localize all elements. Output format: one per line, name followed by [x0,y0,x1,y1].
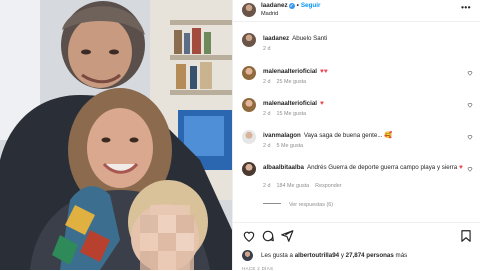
comment-time[interactable]: 2 d [263,183,271,189]
bookmark-icon[interactable] [459,229,473,243]
like-comment-heart-icon[interactable] [467,102,473,108]
comment-likes[interactable]: 15 Me gusta [277,111,307,117]
comment-icon[interactable] [261,229,275,243]
comment-text-line: malenaalterioficial ♥♥ [263,68,463,76]
likes-prefix: Les gusta a [261,252,293,259]
comment-meta: 2 d 15 Me gusta [263,111,312,117]
comment-time[interactable]: 2 d [263,79,271,85]
heart-icon[interactable] [242,229,256,243]
likes-suffix: más [395,252,408,259]
comment-time[interactable]: 2 d [263,111,271,117]
view-replies-label: Ver respuestas (6) [289,202,334,208]
avatar[interactable] [242,130,256,144]
comment-username[interactable]: malenaalterioficial [263,100,317,107]
caption-username[interactable]: laadanez [263,35,289,42]
post-photo-image [0,0,232,270]
separator-dot: • [296,2,299,9]
comment-text: Andrés Guerra de deporte guerra campo pl… [306,164,458,171]
avatar[interactable] [242,33,256,47]
avatar[interactable] [242,162,256,176]
header-username[interactable]: laadanez [261,2,288,9]
comment-meta: 2 d 25 Me gusta [263,79,312,85]
likes-user[interactable]: albertoutrilla94 [295,252,339,259]
comment-text-line: albaalbitaalba Andrés Guerra de deporte g… [263,164,463,172]
comment-meta: 2 d 184 Me gusta Responder [263,183,348,189]
location-link[interactable]: Madrid [261,11,278,17]
comment-text-line: malenaalterioficial ♥ [263,100,463,108]
smiling-face-hearts-emoji: 🥰 [384,132,393,139]
like-comment-heart-icon[interactable] [467,134,473,140]
red-heart-emoji: ♥ [458,164,463,171]
post-sidebar: laadanez ✓ • Seguir Madrid ••• laadanez Abue… [232,0,480,271]
comment-username[interactable]: albaalbitaalba [263,164,304,171]
view-replies-button[interactable]: Ver respuestas (6) [263,202,333,208]
replies-divider [263,203,281,204]
comment-likes[interactable]: 5 Me gusta [277,143,304,149]
likes-count[interactable]: 27,874 personas [346,252,394,259]
red-hearts-emoji: ♥♥ [320,68,328,75]
caption-text: Abuelo Santi [292,35,328,42]
likes-summary[interactable]: Les gusta a albertoutrilla94 y 27,874 pe… [242,250,408,261]
comment-likes[interactable]: 184 Me gusta [277,183,310,189]
header-user-line: laadanez ✓ • Seguir [261,2,320,9]
like-comment-heart-icon[interactable] [467,70,473,76]
post-actions: Les gusta a albertoutrilla94 y 27,874 pe… [233,222,480,271]
comment-meta: 2 d 5 Me gusta [263,143,309,149]
share-icon[interactable] [280,229,294,243]
avatar [242,250,253,261]
likes-connector: y [340,252,344,259]
like-comment-heart-icon[interactable] [467,166,473,172]
comment-username[interactable]: malenaalterioficial [263,68,317,75]
post-photo[interactable] [0,0,232,270]
avatar[interactable] [242,98,256,112]
comment-likes[interactable]: 25 Me gusta [277,79,307,85]
verified-icon: ✓ [288,3,295,9]
comment-text: Vaya saga de buena gente... [303,132,383,139]
reply-button[interactable]: Responder [315,183,341,189]
post-date[interactable]: HACE 2 DÍAS [242,266,273,271]
post-header: laadanez ✓ • Seguir Madrid ••• [233,0,480,22]
comment-username[interactable]: ivanmalagon [263,132,301,139]
instagram-post-modal: laadanez ✓ • Seguir Madrid ••• laadanez Abue… [0,0,480,271]
caption-meta: 2 d [263,46,277,52]
avatar[interactable] [242,66,256,80]
caption-time[interactable]: 2 d [263,46,271,52]
comment-text-line: ivanmalagon Vaya saga de buena gente... 🥰 [263,132,463,140]
follow-button[interactable]: Seguir [301,2,321,9]
red-heart-emoji: ♥ [320,100,324,107]
avatar[interactable] [242,3,256,17]
caption-text-line: laadanez Abuelo Santi [263,35,463,43]
comment-time[interactable]: 2 d [263,143,271,149]
more-icon[interactable]: ••• [461,3,471,12]
